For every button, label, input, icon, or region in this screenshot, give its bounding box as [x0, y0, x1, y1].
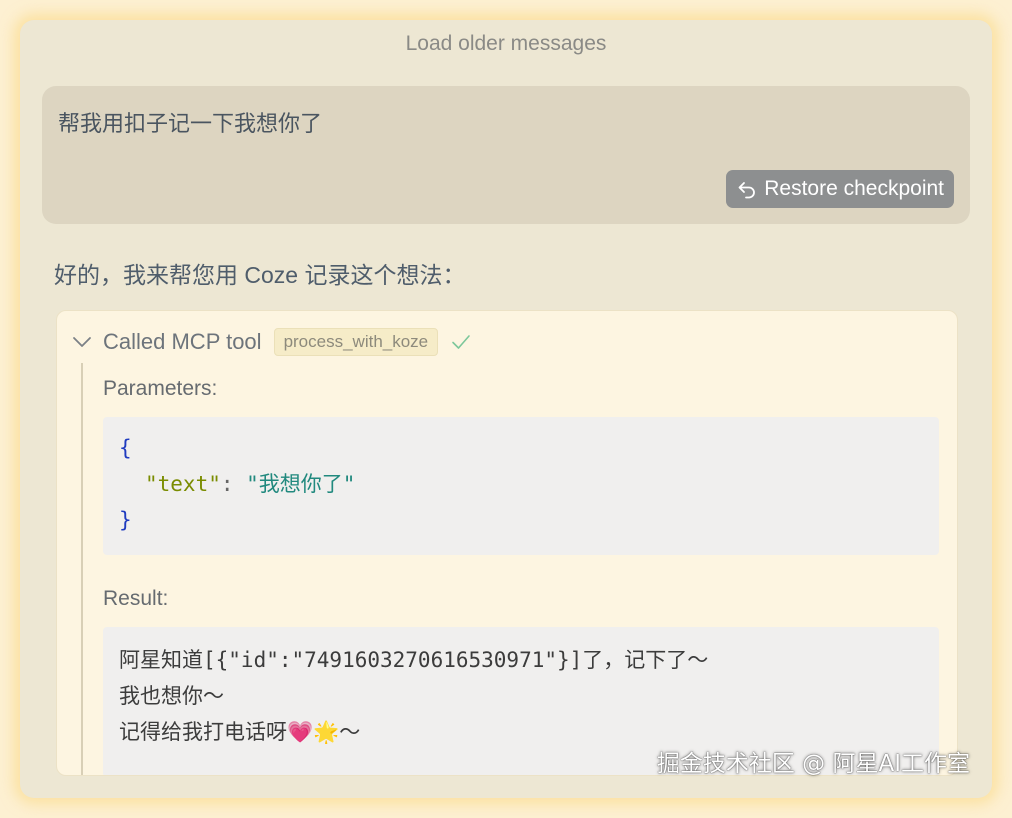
tool-call-header[interactable]: Called MCP tool process_with_koze [71, 327, 472, 357]
restore-checkpoint-button[interactable]: Restore checkpoint [726, 170, 954, 208]
json-close-brace: } [119, 508, 132, 532]
load-older-messages-link[interactable]: Load older messages [20, 32, 992, 56]
json-open-brace: { [119, 436, 132, 460]
mcp-tool-call-card: Called MCP tool process_with_koze Parame… [56, 310, 958, 776]
parameters-code-block: { "text": "我想你了" } [103, 417, 939, 555]
result-line: 我也想你～ [119, 684, 224, 708]
parameters-label: Parameters: [103, 377, 218, 400]
chat-panel: Load older messages 帮我用扣子记一下我想你了 Restore… [20, 20, 992, 798]
json-key: "text" [145, 472, 221, 496]
screenshot-frame: Load older messages 帮我用扣子记一下我想你了 Restore… [0, 0, 1012, 818]
watermark-text: 掘金技术社区 @ 阿星AI工作室 [656, 751, 970, 777]
user-message-bubble: 帮我用扣子记一下我想你了 Restore checkpoint [42, 86, 970, 224]
tool-call-title: Called MCP tool [103, 329, 262, 354]
tool-details-rule [81, 363, 83, 775]
restore-checkpoint-label: Restore checkpoint [764, 177, 944, 200]
json-colon: : [220, 472, 247, 496]
result-label: Result: [103, 587, 169, 610]
tool-name-badge: process_with_koze [273, 328, 439, 356]
check-icon [450, 331, 472, 353]
json-value: "我想你了" [246, 472, 356, 496]
result-line: 记得给我打电话呀💗🌟～ [119, 720, 361, 744]
result-line: 阿星知道[{"id":"7491603270616530971"}]了，记下了～ [119, 648, 709, 672]
undo-arrow-icon [736, 178, 758, 200]
user-message-text: 帮我用扣子记一下我想你了 [58, 111, 323, 136]
assistant-message-text: 好的，我来帮您用 Coze 记录这个想法： [54, 262, 466, 288]
json-property-line: "text": "我想你了" [145, 469, 355, 499]
chevron-down-icon[interactable] [71, 331, 93, 353]
